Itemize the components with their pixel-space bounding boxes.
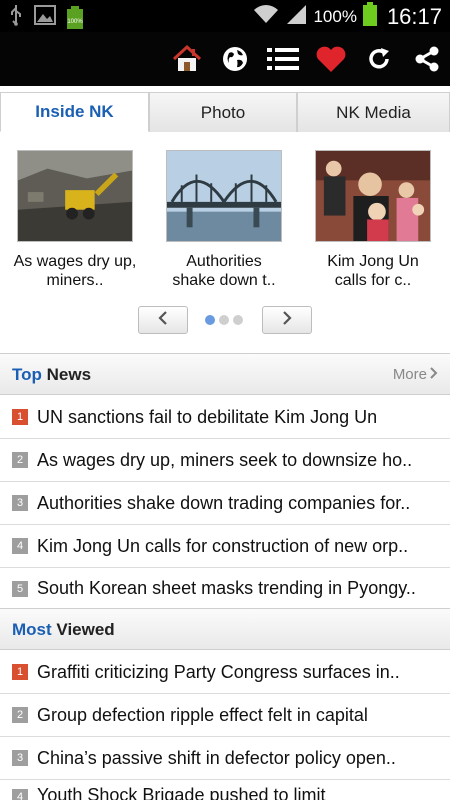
news-row[interactable]: 2 Group defection ripple effect felt in … bbox=[0, 694, 450, 737]
rank-badge: 3 bbox=[12, 495, 28, 511]
featured-carousel: As wages dry up, miners.. Authorities sh… bbox=[0, 132, 450, 352]
news-row[interactable]: 4 Kim Jong Un calls for construction of … bbox=[0, 525, 450, 568]
home-icon[interactable] bbox=[170, 42, 204, 76]
refresh-icon[interactable] bbox=[362, 42, 396, 76]
tab-inside-nk[interactable]: Inside NK bbox=[0, 92, 149, 132]
news-row[interactable]: 2 As wages dry up, miners seek to downsi… bbox=[0, 439, 450, 482]
more-label: More bbox=[392, 366, 427, 383]
battery-icon bbox=[362, 2, 377, 31]
headline: Graffiti criticizing Party Congress surf… bbox=[37, 661, 400, 682]
news-row[interactable]: 1 UN sanctions fail to debilitate Kim Jo… bbox=[0, 396, 450, 439]
section-title-rest: News bbox=[46, 365, 92, 384]
card-caption-line1: Kim Jong Un bbox=[327, 253, 419, 270]
heart-icon[interactable] bbox=[314, 42, 348, 76]
section-title: Top News bbox=[12, 365, 91, 385]
headline: South Korean sheet masks trending in Pyo… bbox=[37, 578, 416, 598]
battery-percent: 100% bbox=[313, 6, 357, 26]
mining-photo bbox=[17, 150, 133, 242]
carousel-card[interactable]: Kim Jong Un calls for c.. bbox=[303, 150, 443, 290]
headline: As wages dry up, miners seek to downsize… bbox=[37, 449, 413, 470]
headline: UN sanctions fail to debilitate Kim Jong… bbox=[37, 406, 378, 427]
list-icon[interactable] bbox=[266, 42, 300, 76]
news-row[interactable]: 4 Youth Shock Brigade pushed to limit bbox=[0, 780, 450, 800]
page-dot bbox=[219, 315, 229, 325]
status-bar: 100% 100% 16:17 bbox=[0, 0, 450, 32]
headline: Youth Shock Brigade pushed to limit bbox=[37, 785, 326, 800]
page-dot bbox=[233, 315, 243, 325]
card-caption-line2: miners.. bbox=[46, 272, 104, 289]
rank-badge: 4 bbox=[12, 789, 28, 800]
action-bar bbox=[0, 32, 450, 86]
news-row[interactable]: 3 China’s passive shift in defector poli… bbox=[0, 737, 450, 780]
news-row[interactable]: 1 Graffiti criticizing Party Congress su… bbox=[0, 651, 450, 694]
small-battery-icon: 100% bbox=[66, 5, 84, 30]
headline: Group defection ripple effect felt in ca… bbox=[37, 704, 368, 725]
carousel-pager bbox=[0, 306, 450, 336]
section-title-rest: Viewed bbox=[56, 620, 115, 639]
tab-nk-media[interactable]: NK Media bbox=[297, 92, 450, 132]
tab-bar: Inside NK Photo NK Media bbox=[0, 92, 450, 132]
chevron-right-icon bbox=[282, 310, 292, 330]
wifi-icon bbox=[253, 3, 279, 30]
chevron-right-icon bbox=[430, 366, 438, 383]
rank-badge: 3 bbox=[12, 750, 28, 766]
card-caption-line1: As wages dry up, bbox=[13, 253, 137, 270]
page-dot-active bbox=[205, 315, 215, 325]
section-title: Most Viewed bbox=[12, 620, 115, 640]
rank-badge: 1 bbox=[12, 664, 28, 680]
bridge-photo bbox=[166, 150, 282, 242]
carousel-card[interactable]: As wages dry up, miners.. bbox=[5, 150, 145, 290]
next-button[interactable] bbox=[262, 306, 312, 334]
headline: Kim Jong Un calls for construction of ne… bbox=[37, 535, 409, 556]
section-title-accent: Top bbox=[12, 365, 42, 384]
clock: 16:17 bbox=[386, 3, 442, 29]
page-indicator bbox=[205, 315, 243, 325]
tab-photo[interactable]: Photo bbox=[149, 92, 297, 132]
share-icon[interactable] bbox=[410, 42, 444, 76]
news-row[interactable]: 5 South Korean sheet masks trending in P… bbox=[0, 567, 450, 610]
headline: Authorities shake down trading companies… bbox=[37, 492, 411, 513]
usb-icon bbox=[8, 4, 24, 31]
card-caption-line2: shake down t.. bbox=[172, 272, 276, 289]
headline: China’s passive shift in defector policy… bbox=[37, 747, 396, 768]
more-link[interactable]: More bbox=[393, 366, 438, 383]
chevron-left-icon bbox=[158, 310, 168, 330]
rank-badge: 2 bbox=[12, 707, 28, 723]
card-caption-line1: Authorities bbox=[186, 253, 262, 270]
small-battery-label: 100% bbox=[67, 18, 83, 25]
most-viewed-header: Most Viewed bbox=[0, 608, 450, 650]
gallery-icon bbox=[34, 5, 56, 30]
kim-jong-un-photo bbox=[315, 150, 431, 242]
carousel-card[interactable]: Authorities shake down t.. bbox=[154, 150, 294, 290]
signal-icon bbox=[285, 3, 307, 30]
globe-icon[interactable] bbox=[218, 42, 252, 76]
top-news-header: Top News More bbox=[0, 353, 450, 395]
section-title-accent: Most bbox=[12, 620, 52, 639]
card-caption-line2: calls for c.. bbox=[334, 272, 412, 289]
prev-button[interactable] bbox=[138, 306, 188, 334]
rank-badge: 5 bbox=[12, 580, 28, 597]
rank-badge: 2 bbox=[12, 452, 28, 468]
rank-badge: 1 bbox=[12, 409, 28, 425]
rank-badge: 4 bbox=[12, 538, 28, 554]
news-row[interactable]: 3 Authorities shake down trading compani… bbox=[0, 482, 450, 525]
